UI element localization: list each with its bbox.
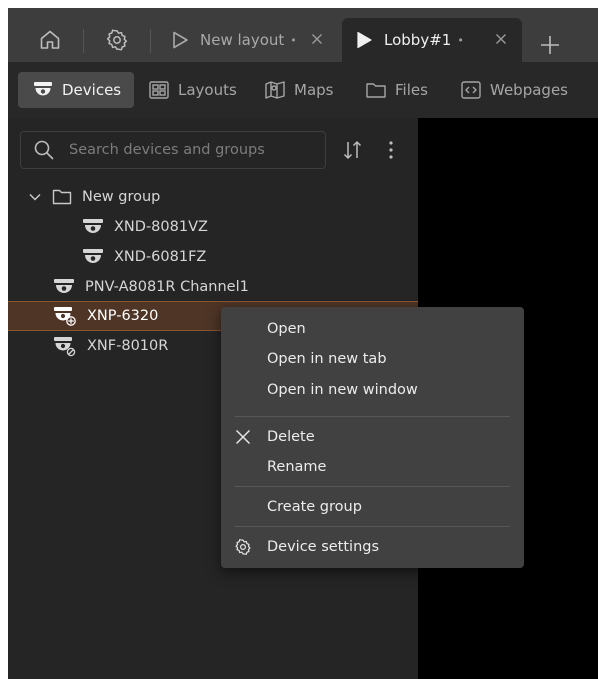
home-button[interactable] (30, 18, 70, 62)
chevron-down-icon[interactable] (28, 190, 42, 204)
settings-button[interactable] (95, 18, 139, 62)
group-label: New group (82, 189, 161, 205)
tab-lobby[interactable]: Lobby#1 • (342, 18, 522, 62)
tab-layouts[interactable]: Layouts (148, 72, 237, 108)
menu-item-open[interactable]: Open (221, 315, 524, 343)
tab-label: Maps (294, 81, 334, 99)
tab-label: Devices (62, 81, 122, 99)
ptz-camera-icon (54, 307, 76, 326)
menu-item-label: Device settings (267, 539, 380, 555)
menu-item-label: Rename (267, 459, 327, 475)
menu-divider (235, 416, 510, 417)
tab-label: Webpages (490, 81, 568, 99)
device-label: PNV-A8081R Channel1 (85, 279, 249, 295)
tab-files[interactable]: Files (365, 72, 428, 108)
sort-icon[interactable] (342, 139, 364, 161)
gear-icon (235, 539, 251, 555)
gear-icon (106, 29, 128, 51)
tab-divider (150, 29, 151, 53)
menu-item-create-group[interactable]: Create group (221, 493, 524, 521)
tab-webpages[interactable]: Webpages (460, 72, 568, 108)
tab-maps[interactable]: Maps (264, 72, 333, 108)
fisheye-camera-icon (54, 337, 76, 357)
tree-device-row[interactable]: PNV-A8081R Channel1 (8, 272, 418, 302)
tab-label: New layout (200, 31, 285, 49)
map-icon (265, 81, 285, 99)
tab-modified-indicator: • (457, 33, 464, 47)
menu-item-open-in-new-tab[interactable]: Open in new tab (221, 345, 524, 373)
device-label: XND-6081FZ (114, 249, 207, 265)
navigation-toolbar: Devices Layouts Maps Files Webpages (8, 62, 598, 118)
tree-device-row[interactable]: XND-6081FZ (8, 242, 418, 272)
dome-camera-icon (83, 249, 103, 263)
home-icon (40, 30, 60, 49)
tree-device-row[interactable]: XND-8081VZ (8, 212, 418, 242)
layout-grid-icon (149, 81, 169, 99)
tree-group-row[interactable]: New group (8, 182, 418, 212)
folder-icon (52, 189, 72, 205)
tab-modified-indicator: • (290, 33, 297, 47)
menu-item-label: Open in new window (267, 382, 418, 398)
more-options-icon[interactable] (382, 139, 400, 161)
search-icon (34, 140, 54, 160)
tab-divider (83, 29, 84, 53)
menu-item-label: Create group (267, 499, 362, 515)
device-label: XND-8081VZ (114, 219, 208, 235)
tab-new-layout[interactable]: New layout • (158, 18, 338, 62)
dome-camera-icon (83, 219, 103, 233)
menu-item-label: Delete (267, 429, 315, 445)
folder-icon (366, 83, 386, 98)
close-icon[interactable] (494, 32, 508, 46)
menu-item-label: Open (267, 321, 306, 337)
menu-divider (235, 486, 510, 487)
context-menu: Open Open in new tab Open in new window … (221, 307, 524, 568)
close-icon (235, 429, 251, 445)
tab-label: Lobby#1 (384, 31, 452, 49)
menu-divider (235, 526, 510, 527)
device-label: XNP-6320 (87, 308, 159, 324)
menu-item-open-in-new-window[interactable]: Open in new window (221, 376, 524, 404)
play-outline-icon (173, 31, 188, 49)
close-icon[interactable] (310, 32, 324, 46)
search-box[interactable] (20, 131, 326, 169)
dome-camera-icon (34, 82, 52, 96)
tab-bar: New layout • Lobby#1 • (8, 8, 598, 62)
menu-item-label: Open in new tab (267, 351, 387, 367)
device-label: XNF-8010R (87, 338, 169, 354)
menu-item-rename[interactable]: Rename (221, 453, 524, 481)
plus-icon[interactable] (538, 33, 562, 57)
tab-label: Files (395, 81, 428, 99)
menu-item-device-settings[interactable]: Device settings (221, 533, 524, 561)
menu-item-delete[interactable]: Delete (221, 423, 524, 451)
tab-devices[interactable]: Devices (18, 72, 134, 108)
search-input[interactable] (69, 142, 309, 158)
code-brackets-icon (461, 81, 481, 99)
dome-camera-icon (54, 279, 74, 293)
tab-label: Layouts (178, 81, 237, 99)
play-filled-icon (357, 31, 372, 49)
